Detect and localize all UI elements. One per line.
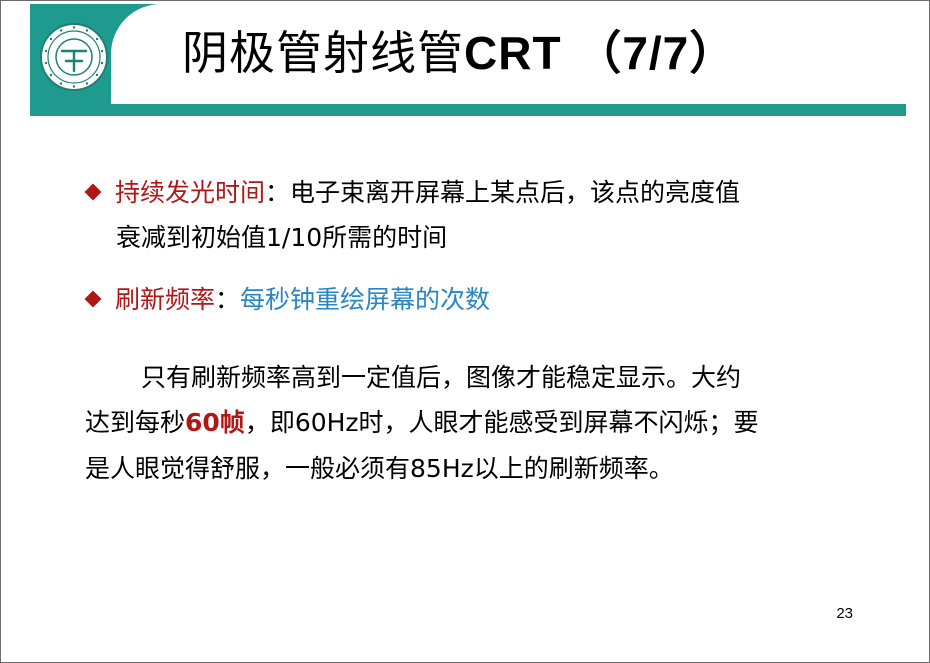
slide: 阴极管射线管CRT （7/7） 持续发光时间：电子束离开屏幕上某点后，该点的亮度… — [0, 0, 930, 663]
slide-title-latin: CRT （7/7） — [464, 27, 737, 79]
paragraph-highlight: 60帧 — [185, 408, 245, 437]
bullet-separator: ： — [265, 178, 291, 207]
paragraph-line-3: 是人眼觉得舒服，一般必须有85Hz以上的刷新频率。 — [85, 454, 674, 483]
bullet-definition: 每秒钟重绘屏幕的次数 — [240, 285, 491, 314]
paragraph-line-1: 只有刷新频率高到一定值后，图像才能稳定显示。大约 — [141, 363, 742, 392]
bullet-definition: 电子束离开屏幕上某点后，该点的亮度值 — [290, 178, 741, 207]
slide-title-cn: 阴极管射线管 — [182, 26, 464, 80]
diamond-bullet-icon — [84, 183, 102, 201]
bullet-term: 刷新频率 — [115, 285, 216, 314]
slide-title: 阴极管射线管CRT （7/7） — [182, 23, 736, 83]
bullet-separator: ： — [215, 285, 241, 314]
paragraph-text: 达到每秒 — [85, 408, 186, 437]
bullet-term: 持续发光时间 — [115, 178, 266, 207]
bullet-definition-continuation: 衰减到初始值1/10所需的时间 — [116, 223, 448, 252]
bullet-refresh-rate: 刷新频率：每秒钟重绘屏幕的次数 — [83, 278, 490, 321]
page-number: 23 — [836, 605, 853, 622]
bullet-persistence: 持续发光时间：电子束离开屏幕上某点后，该点的亮度值 — [83, 171, 740, 214]
header-teal-rule — [30, 104, 906, 116]
paragraph-text: ，即60Hz时，人眼才能感受到屏幕不闪烁；要 — [244, 408, 759, 437]
diamond-bullet-icon — [84, 290, 102, 308]
paragraph-line-2: 达到每秒60帧，即60Hz时，人眼才能感受到屏幕不闪烁；要 — [85, 401, 759, 444]
university-seal-icon — [40, 23, 108, 91]
